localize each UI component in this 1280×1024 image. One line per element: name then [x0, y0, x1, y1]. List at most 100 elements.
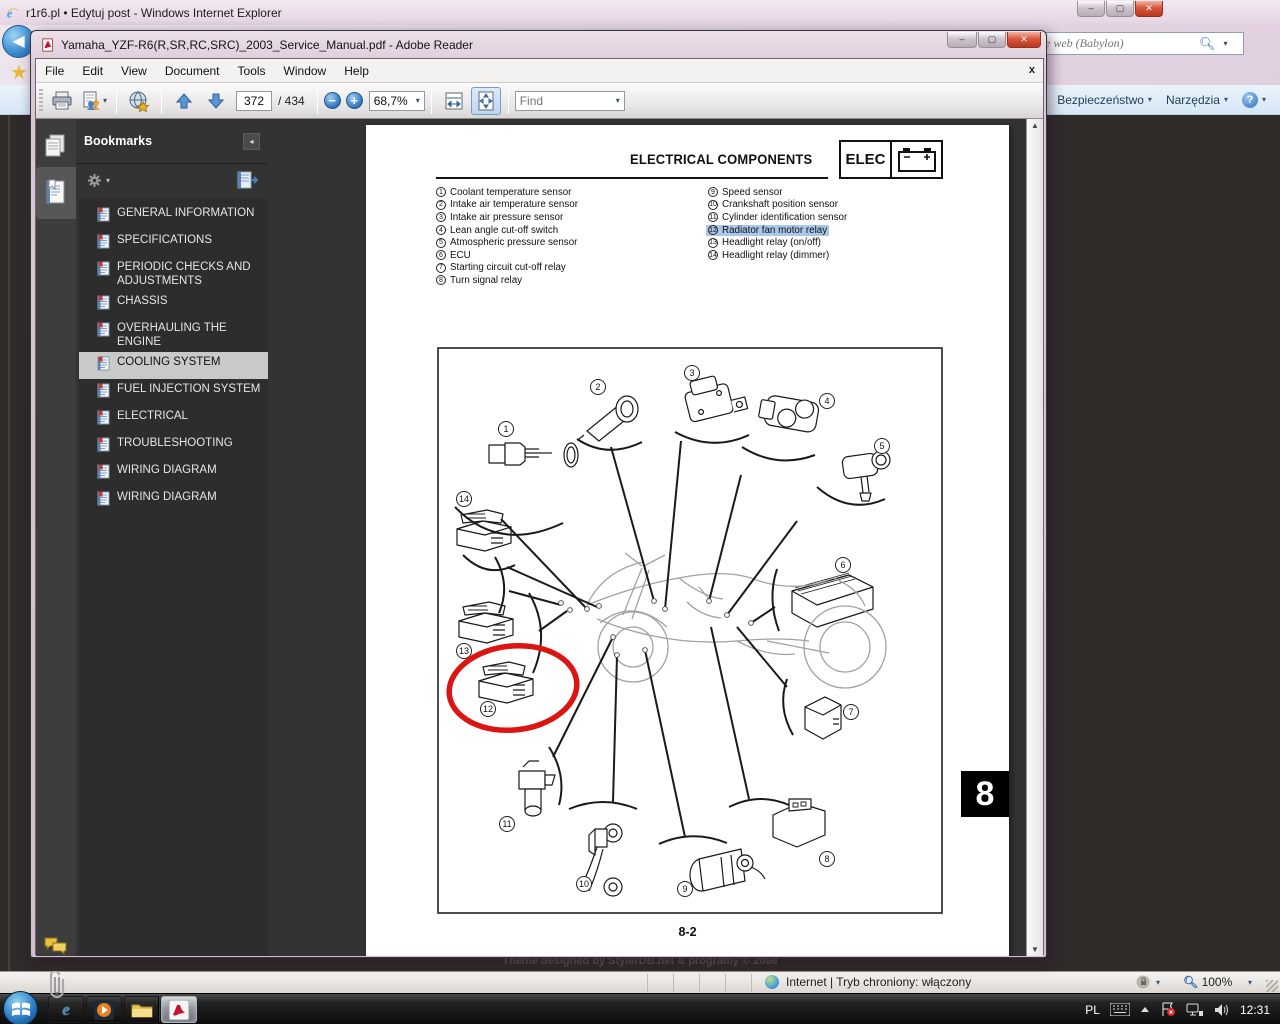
- ie-zoom-control[interactable]: 🔍︎ 100%: [1183, 975, 1232, 989]
- fit-width-button[interactable]: [439, 87, 469, 115]
- bookmark-page-icon: [97, 322, 111, 342]
- bookmark-page-icon: [97, 295, 111, 315]
- ie-status-bar: Internet | Tryb chroniony: włączony ▾ 🔍︎…: [0, 971, 1280, 993]
- collapse-panel-button[interactable]: ◂: [243, 133, 260, 150]
- search-dropdown-icon[interactable]: ▾: [1224, 39, 1228, 48]
- zoom-out-button[interactable]: −: [324, 92, 341, 109]
- scroll-down-arrow[interactable]: ▼: [1031, 945, 1039, 954]
- print-button[interactable]: [47, 87, 77, 115]
- start-button[interactable]: [3, 991, 38, 1024]
- menubar-close-icon[interactable]: x: [1029, 64, 1035, 76]
- menu-item[interactable]: Document: [156, 60, 229, 82]
- find-input[interactable]: [520, 94, 600, 108]
- chevron-down-icon[interactable]: ▾: [1156, 978, 1160, 987]
- share-document-button[interactable]: ▾: [79, 87, 109, 115]
- item-number-badge: 1: [436, 187, 446, 197]
- search-icon[interactable]: 🔍︎: [1199, 36, 1216, 52]
- clock[interactable]: 12:31: [1240, 1003, 1270, 1017]
- component-item: 9 Speed sensor: [706, 186, 849, 199]
- bookmark-item[interactable]: PERIODIC CHECKS AND ADJUSTMENTS: [79, 257, 268, 291]
- bookmark-item[interactable]: GENERAL INFORMATION: [79, 203, 268, 230]
- menu-item[interactable]: File: [36, 60, 73, 82]
- bookmark-item[interactable]: ELECTRICAL: [79, 406, 268, 433]
- ie-minimize-button[interactable]: –: [1077, 1, 1105, 17]
- bookmark-item[interactable]: WIRING DIAGRAM: [79, 460, 268, 487]
- scroll-up-arrow[interactable]: ▲: [1031, 121, 1039, 130]
- taskbar-adobe-reader-button[interactable]: [161, 996, 197, 1023]
- action-center-flag-icon[interactable]: [1160, 1002, 1176, 1017]
- help-icon: ?: [1242, 92, 1258, 108]
- adobe-minimize-button[interactable]: –: [947, 32, 977, 48]
- globe-star-icon: [127, 90, 151, 112]
- chevron-down-icon: ▾: [1148, 95, 1152, 104]
- menu-item[interactable]: Window: [275, 60, 336, 82]
- internet-zone-icon: [765, 975, 779, 989]
- tools-menu[interactable]: Narzędzia ▾: [1166, 93, 1228, 107]
- expand-current-bookmark-button[interactable]: [236, 170, 258, 190]
- bookmark-item[interactable]: COOLING SYSTEM: [79, 352, 268, 379]
- security-menu[interactable]: Bezpieczeństwo ▾: [1057, 93, 1152, 107]
- svg-text:6: 6: [840, 560, 845, 570]
- next-page-button[interactable]: [201, 87, 231, 115]
- help-menu[interactable]: ? ▾: [1242, 92, 1266, 108]
- attachments-panel-tab[interactable]: [36, 969, 76, 1021]
- page-number-input[interactable]: [236, 91, 272, 111]
- item-label: Intake air pressure sensor: [450, 212, 563, 223]
- chevron-down-icon: ▾: [616, 96, 620, 105]
- svg-text:12: 12: [483, 704, 493, 714]
- bookmark-item[interactable]: SPECIFICATIONS: [79, 230, 268, 257]
- show-hidden-icons[interactable]: [1140, 1006, 1150, 1014]
- zoom-icon: 🔍︎: [1183, 975, 1198, 989]
- bookmark-item[interactable]: CHASSIS: [79, 291, 268, 318]
- chevron-down-icon: ▾: [416, 96, 420, 105]
- component-list-right: 9 Speed sensor 10 Crankshaft position se…: [706, 186, 849, 262]
- menu-item[interactable]: Tools: [229, 60, 275, 82]
- find-box[interactable]: ▾: [515, 91, 625, 111]
- document-scrollbar[interactable]: ▲ ▼: [1026, 119, 1043, 956]
- ie-caption-buttons: – ▢ ✕: [1076, 1, 1163, 17]
- bookmark-item[interactable]: FUEL INJECTION SYSTEM: [79, 379, 268, 406]
- bookmark-page-icon: [97, 491, 111, 511]
- chevron-down-icon[interactable]: ▾: [1248, 978, 1252, 987]
- ie-search-input[interactable]: [1041, 36, 1191, 51]
- navigation-pane-strip: [36, 119, 76, 956]
- svg-text:7: 7: [848, 707, 853, 717]
- bookmarks-panel: Bookmarks ◂ ▾: [76, 119, 268, 956]
- taskbar-explorer-button[interactable]: [124, 996, 160, 1023]
- previous-page-button[interactable]: [169, 87, 199, 115]
- ie-search-box[interactable]: 🔍︎ ▾: [1040, 32, 1244, 55]
- chevron-down-icon: ▾: [1262, 95, 1266, 104]
- item-label: Coolant temperature sensor: [450, 187, 571, 198]
- bookmark-item[interactable]: WIRING DIAGRAM: [79, 487, 268, 514]
- bookmarks-icon: [44, 179, 68, 207]
- document-pane[interactable]: ELECTRICAL COMPONENTS ELEC: [268, 119, 1028, 956]
- language-indicator[interactable]: PL: [1085, 1003, 1100, 1017]
- volume-icon[interactable]: [1214, 1003, 1230, 1017]
- zoom-in-button[interactable]: +: [346, 92, 363, 109]
- system-tray: PL 12:31: [1085, 994, 1280, 1024]
- ie-close-button[interactable]: ✕: [1135, 1, 1163, 17]
- protected-mode-icon[interactable]: [1136, 975, 1151, 993]
- menu-item[interactable]: Edit: [73, 60, 112, 82]
- bookmark-page-icon: [97, 383, 111, 403]
- part-headlight-relay-onoff: [459, 602, 513, 643]
- network-icon[interactable]: [1186, 1003, 1204, 1017]
- keyboard-icon[interactable]: [1110, 1003, 1130, 1016]
- adobe-close-button[interactable]: ✕: [1007, 32, 1041, 48]
- bookmark-item[interactable]: OVERHAULING THE ENGINE: [79, 318, 268, 352]
- bookmark-item[interactable]: TROUBLESHOOTING: [79, 433, 268, 460]
- taskbar-media-player-button[interactable]: [86, 996, 122, 1023]
- zoom-level-select[interactable]: 68,7% ▾: [369, 91, 425, 111]
- menu-item[interactable]: View: [112, 60, 156, 82]
- component-item: 11 Cylinder identification sensor: [706, 211, 849, 224]
- ie-maximize-button[interactable]: ▢: [1106, 1, 1134, 17]
- menu-item[interactable]: Help: [335, 60, 378, 82]
- bookmark-page-icon: [97, 464, 111, 484]
- adobe-restore-button[interactable]: ▢: [978, 32, 1006, 48]
- media-player-icon: [94, 1000, 114, 1020]
- collaborate-button[interactable]: [124, 87, 154, 115]
- component-item: 13 Headlight relay (on/off): [706, 236, 849, 249]
- bookmarks-panel-tab[interactable]: [36, 167, 76, 219]
- bookmark-options-button[interactable]: ▾: [86, 172, 110, 189]
- fit-page-button[interactable]: [471, 87, 501, 115]
